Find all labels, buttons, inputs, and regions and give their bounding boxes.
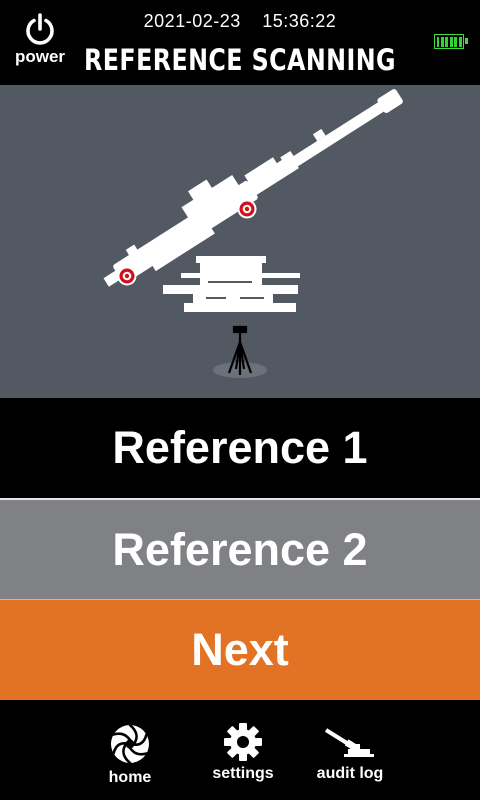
nav-audit-log[interactable]: audit log: [305, 722, 395, 783]
page-title: REFERENCE SCANNING: [84, 43, 396, 77]
gun-carriage: [163, 256, 300, 312]
nav-audit-log-label: audit log: [316, 765, 384, 782]
reference-1-button[interactable]: Reference 1: [0, 398, 480, 498]
howitzer-illustration: [103, 89, 403, 378]
header-bar: power 2021-02-23 15:36:22 REFERENCE SCAN…: [0, 0, 480, 85]
next-button[interactable]: Next: [0, 600, 480, 700]
date-text: 2021-02-23: [143, 11, 241, 31]
nav-home[interactable]: home: [85, 722, 175, 787]
datetime: 2021-02-23 15:36:22: [0, 11, 480, 32]
bottom-navigation: home settings audit log: [0, 700, 480, 800]
battery-full-icon: [434, 34, 468, 49]
howitzer-viewport: [0, 85, 480, 398]
nav-settings[interactable]: settings: [198, 722, 288, 783]
gear-icon: [224, 723, 262, 761]
nav-home-label: home: [108, 769, 152, 786]
nav-settings-label: settings: [212, 765, 274, 782]
reference-2-button[interactable]: Reference 2: [0, 500, 480, 599]
reference-marker-2: [237, 199, 257, 219]
aperture-icon: [111, 723, 149, 765]
howitzer-icon: [324, 728, 374, 757]
time-text: 15:36:22: [262, 11, 337, 31]
reference-marker-1: [117, 266, 137, 286]
